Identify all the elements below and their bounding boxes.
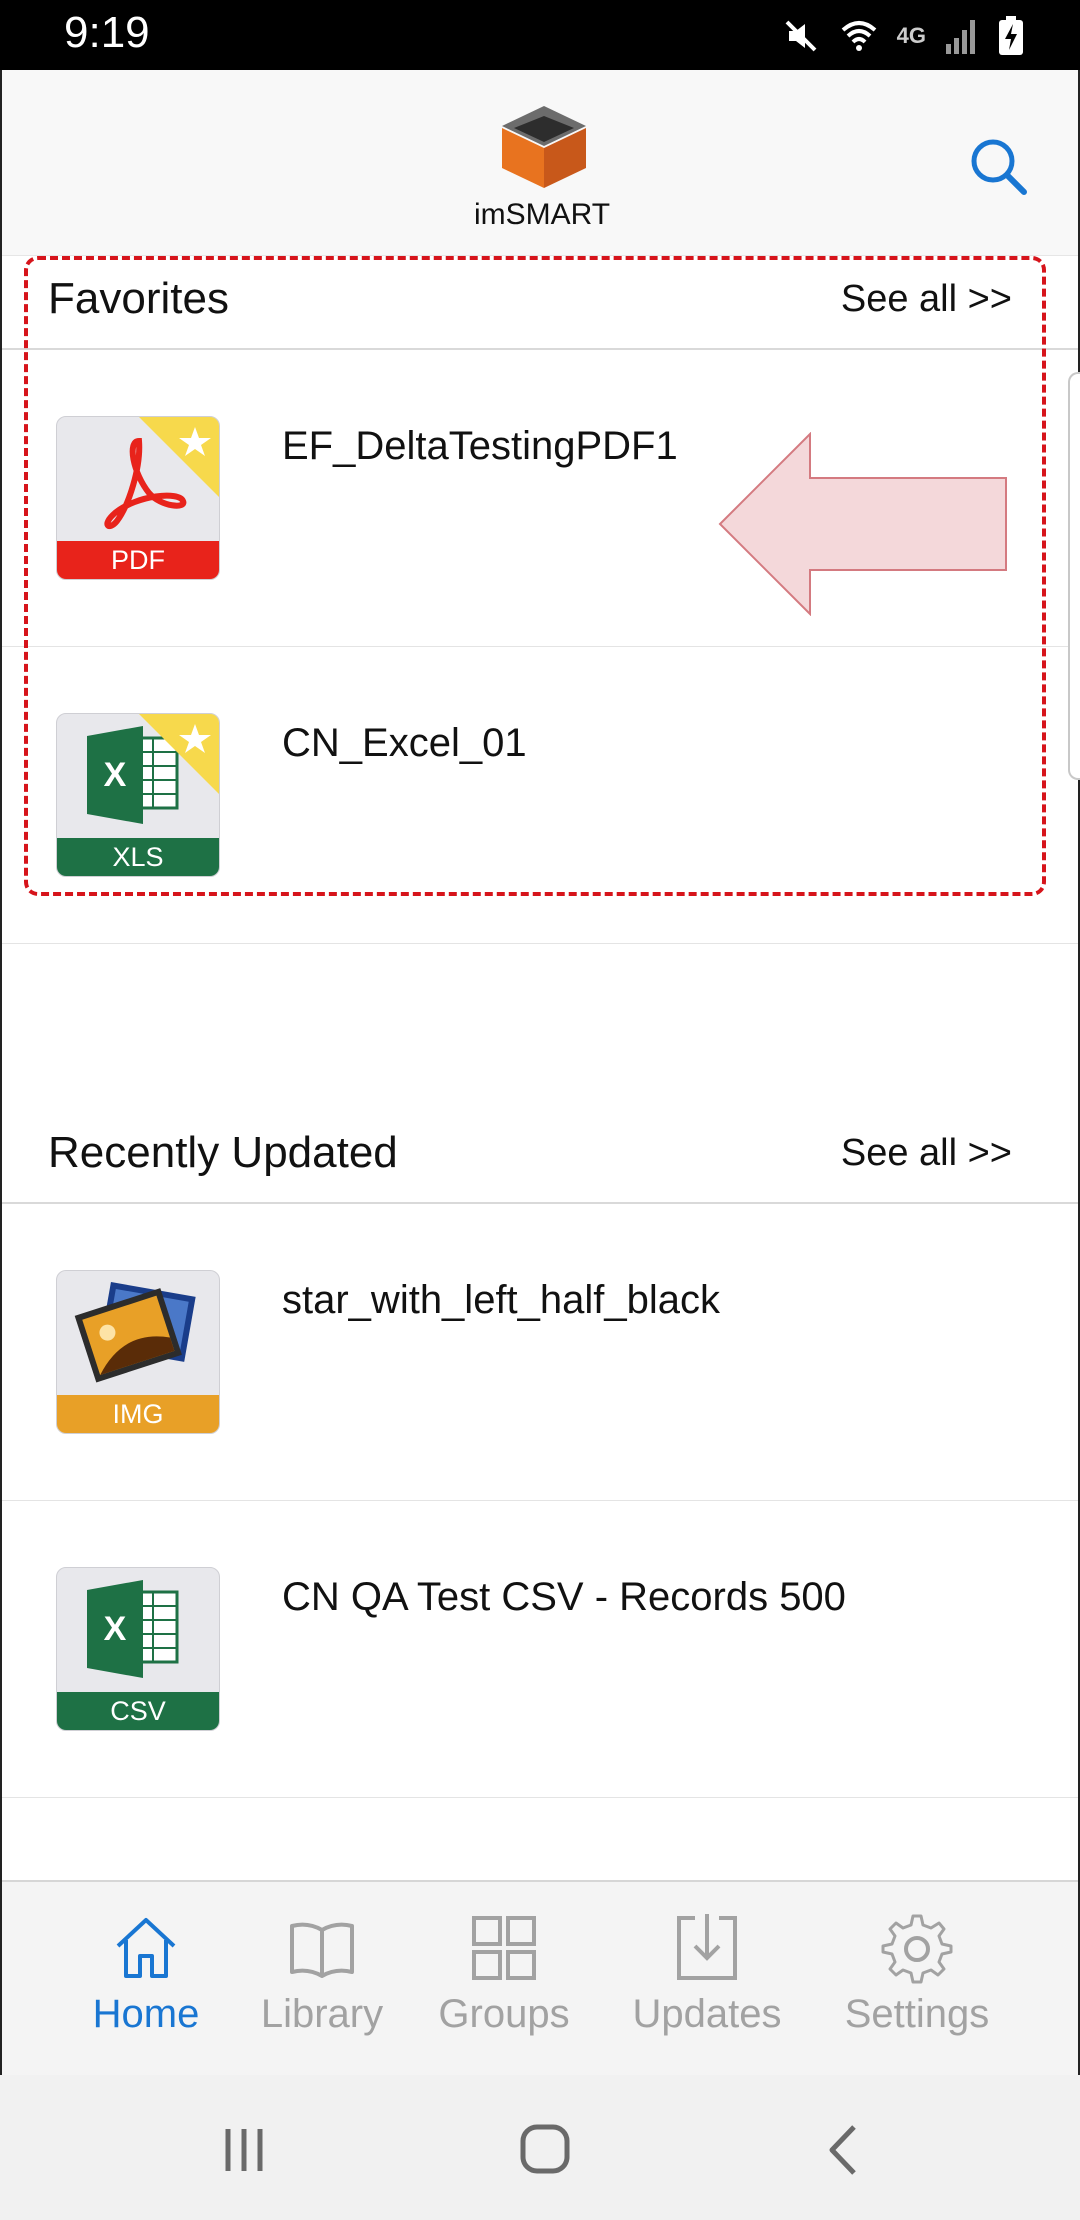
app-header: imSMART (2, 70, 1078, 256)
csv-file-icon: X CSV (56, 1567, 220, 1731)
excel-logo-icon: X (87, 1580, 179, 1678)
tab-home[interactable]: Home (62, 1882, 230, 2077)
file-type-label: IMG (57, 1395, 219, 1433)
favorites-header: Favorites See all >> (2, 256, 1078, 350)
pdf-file-icon: PDF (56, 416, 220, 580)
svg-text:X: X (104, 756, 127, 794)
download-icon (677, 1914, 737, 1980)
tab-bar: Home Library Groups Updates Settings (2, 1880, 1078, 2075)
file-name: EF_DeltaTestingPDF1 (282, 424, 678, 468)
list-item-favorite-xls[interactable]: X XLS CN_Excel_01 (2, 647, 1078, 944)
pointer-arrow-annotation (718, 432, 1007, 616)
wifi-icon (841, 21, 876, 51)
tab-label: Groups (438, 1992, 570, 2036)
recently-updated-header: Recently Updated See all >> (2, 1110, 1078, 1204)
grid-icon (472, 1916, 536, 1980)
scroll-handle[interactable] (1068, 372, 1080, 780)
list-item-recent-csv[interactable]: X CSV CN QA Test CSV - Records 500 (2, 1501, 1078, 1798)
home-icon (116, 1918, 176, 1978)
file-type-label: XLS (57, 838, 219, 876)
favorite-star-icon (139, 417, 219, 497)
recents-icon[interactable] (204, 2115, 284, 2185)
file-name: CN QA Test CSV - Records 500 (282, 1575, 846, 1619)
file-type-label: CSV (57, 1692, 219, 1730)
battery-charging-icon (999, 16, 1023, 55)
favorites-title: Favorites (48, 274, 229, 323)
tab-label: Updates (632, 1992, 782, 2036)
imsmart-cube-logo (502, 106, 586, 188)
excel-file-icon: X XLS (56, 713, 220, 877)
tab-groups[interactable]: Groups (420, 1882, 588, 2077)
svg-text:X: X (104, 1610, 127, 1648)
file-name: star_with_left_half_black (282, 1278, 721, 1322)
network-type: 4G (896, 23, 926, 48)
home-circle-icon[interactable] (505, 2115, 585, 2185)
mute-icon (785, 20, 817, 52)
recently-updated-see-all-link[interactable]: See all >> (841, 1132, 1012, 1175)
tab-library[interactable]: Library (238, 1882, 406, 2077)
app-screen: imSMART Favorites See all >> PDF EF_Delt… (0, 70, 1080, 2075)
status-time: 9:19 (64, 8, 150, 57)
recently-updated-title: Recently Updated (48, 1128, 398, 1177)
image-file-icon: IMG (56, 1270, 220, 1434)
book-icon (290, 1922, 354, 1978)
gear-icon (881, 1914, 953, 1984)
navigation-bar (0, 2075, 1080, 2220)
back-icon[interactable] (806, 2115, 886, 2185)
tab-label: Settings (844, 1992, 990, 2036)
tab-label: Home (92, 1992, 200, 2036)
list-item-recent-img[interactable]: IMG star_with_left_half_black (2, 1204, 1078, 1501)
file-name: CN_Excel_01 (282, 721, 527, 765)
signal-icon (946, 20, 975, 54)
file-type-label: PDF (57, 541, 219, 579)
favorite-star-icon (139, 714, 219, 794)
tab-settings[interactable]: Settings (824, 1882, 1010, 2077)
photo-icon (74, 1281, 196, 1383)
search-icon[interactable] (966, 134, 1030, 198)
status-bar: 9:19 4G (0, 0, 1080, 70)
favorites-see-all-link[interactable]: See all >> (841, 278, 1012, 321)
tab-label: Library (260, 1992, 384, 2036)
app-name: imSMART (473, 198, 611, 231)
status-icons: 4G (781, 14, 1024, 58)
tab-updates[interactable]: Updates (614, 1882, 800, 2077)
